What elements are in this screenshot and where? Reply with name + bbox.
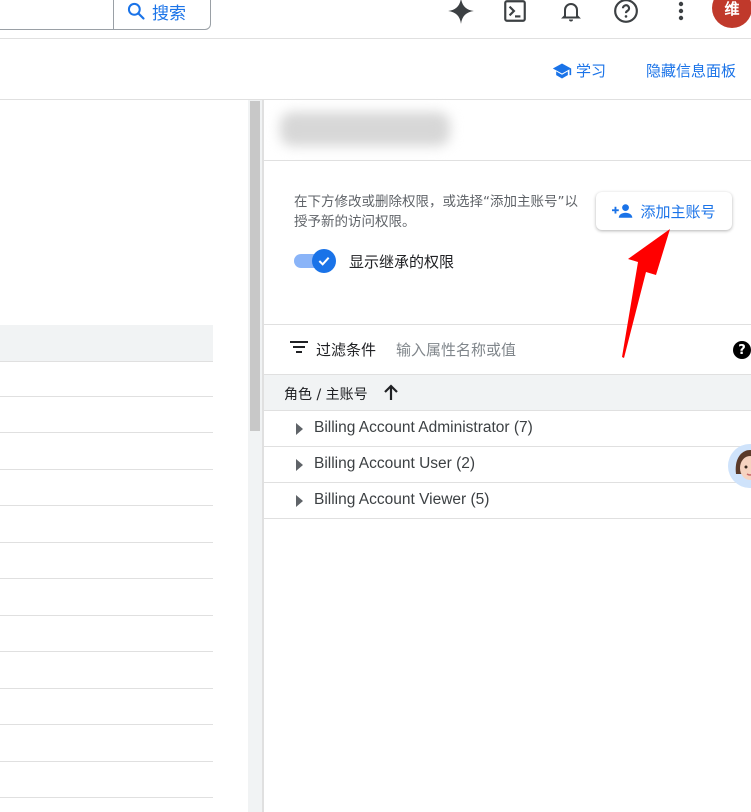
- left-table-row[interactable]: [0, 616, 213, 652]
- help-icon[interactable]: [609, 0, 643, 28]
- search-button-label: 搜索: [152, 3, 186, 24]
- left-table-header: [0, 325, 213, 362]
- sort-ascending-icon[interactable]: [383, 383, 399, 401]
- left-table-row[interactable]: [0, 507, 213, 543]
- role-label: Billing Account User (2): [314, 455, 476, 472]
- account-avatar-initial: 维: [724, 0, 740, 18]
- search-icon: [127, 2, 145, 20]
- scrollbar-thumb[interactable]: [250, 101, 260, 431]
- role-row[interactable]: Billing Account User (2): [264, 447, 751, 483]
- left-table-row[interactable]: [0, 434, 213, 470]
- account-avatar[interactable]: 维: [712, 0, 751, 28]
- left-table-row[interactable]: [0, 689, 213, 725]
- learn-link-label: 学习: [576, 62, 607, 80]
- person-add-icon: [612, 204, 633, 218]
- school-icon: [552, 63, 572, 78]
- left-table-row[interactable]: [0, 361, 213, 397]
- left-table-row[interactable]: [0, 470, 213, 506]
- cloud-shell-icon[interactable]: [498, 0, 532, 28]
- notifications-icon[interactable]: [554, 0, 588, 28]
- show-inherited-label: 显示继承的权限: [349, 253, 455, 271]
- left-table-row[interactable]: [0, 726, 213, 762]
- left-table-row[interactable]: [0, 580, 213, 616]
- role-label: Billing Account Administrator (7): [314, 419, 533, 436]
- left-list-pane: [0, 100, 213, 812]
- more-vert-icon[interactable]: [664, 0, 698, 28]
- sub-header: 学习 隐藏信息面板: [0, 39, 751, 100]
- show-inherited-toggle[interactable]: [294, 249, 336, 273]
- add-principal-label: 添加主账号: [640, 202, 716, 221]
- roles-table-header: 角色 / 主账号: [264, 375, 751, 411]
- role-label: Billing Account Viewer (5): [314, 491, 490, 508]
- gemini-icon[interactable]: [444, 0, 478, 28]
- search-button[interactable]: 搜索: [113, 0, 200, 30]
- search-box[interactable]: 搜索: [0, 0, 211, 30]
- role-row[interactable]: Billing Account Viewer (5): [264, 483, 751, 519]
- left-table-row[interactable]: [0, 397, 213, 433]
- expand-caret-icon[interactable]: [296, 495, 303, 507]
- expand-caret-icon[interactable]: [296, 459, 303, 471]
- role-row[interactable]: Billing Account Administrator (7): [264, 411, 751, 447]
- learn-link[interactable]: 学习: [552, 60, 606, 81]
- hide-info-panel-link[interactable]: 隐藏信息面板: [646, 60, 736, 81]
- left-table-row[interactable]: [0, 653, 213, 689]
- annotation-arrow-icon: [622, 229, 670, 358]
- filter-label: 过滤条件: [316, 341, 377, 359]
- expand-caret-icon[interactable]: [296, 423, 303, 435]
- left-table-row[interactable]: [0, 543, 213, 579]
- left-table-row[interactable]: [0, 762, 213, 798]
- check-icon: [318, 256, 330, 266]
- filter-icon[interactable]: [290, 340, 308, 354]
- role-principal-column-header[interactable]: 角色 / 主账号: [284, 384, 368, 404]
- toggle-knob: [312, 249, 336, 273]
- info-panel: 在下方修改或删除权限，或选择“添加主账号”以授予新的访问权限。 添加主账号 显示…: [264, 100, 751, 812]
- filter-help-icon[interactable]: ?: [733, 341, 751, 359]
- permissions-description: 在下方修改或删除权限，或选择“添加主账号”以授予新的访问权限。: [294, 194, 578, 230]
- panel-title-divider: [264, 160, 751, 161]
- top-bar: 搜索 维: [0, 0, 751, 39]
- panel-title-redacted: [280, 112, 450, 146]
